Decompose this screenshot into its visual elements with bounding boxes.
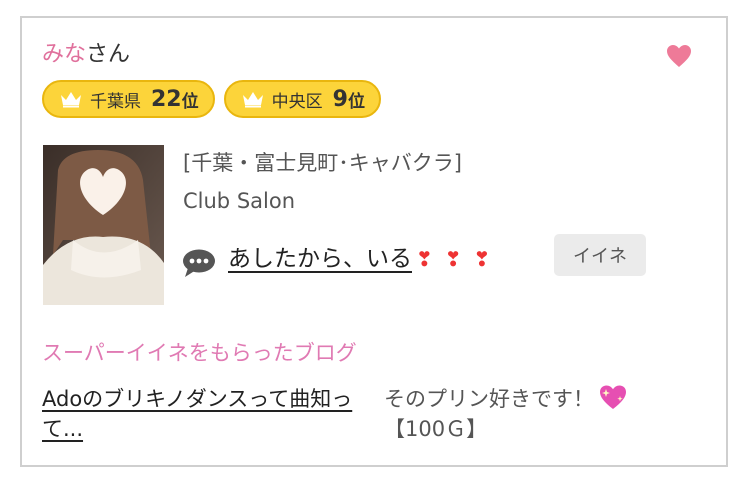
shop-category: [千葉・富士見町･キャバクラ] <box>183 151 462 175</box>
heart-icon[interactable] <box>666 44 692 68</box>
heart-exclamation-icon: ❣ <box>473 247 491 271</box>
crown-icon <box>242 92 263 108</box>
user-name[interactable]: みなさん <box>42 40 130 70</box>
badge-area: 千葉県 <box>90 91 141 112</box>
like-button[interactable]: イイネ <box>554 234 646 276</box>
club-name[interactable]: Club Salon <box>183 186 295 216</box>
speech-bubble-icon <box>183 249 215 277</box>
ranking-badges: 千葉県 22 位 中央区 9位 <box>42 80 381 118</box>
ranking-badge-prefecture[interactable]: 千葉県 22 位 <box>42 80 215 118</box>
ranking-badge-ward[interactable]: 中央区 9位 <box>223 80 381 118</box>
user-name-text[interactable]: みな <box>42 42 86 67</box>
heart-exclamation-icon: ❣ <box>416 247 433 271</box>
blog-post-link[interactable]: Adoのブリキノダンスって曲知って... <box>42 384 382 444</box>
profile-photo[interactable] <box>43 145 164 305</box>
badge-area: 中央区 <box>271 91 323 112</box>
blog-price: 【100Ｇ】 <box>384 417 488 441</box>
user-name-suffix: さん <box>86 42 131 67</box>
badge-rank-number: 9 <box>332 86 348 112</box>
status-comment[interactable]: あしたから、いる ❣ ❣ ❣ <box>228 242 502 276</box>
badge-rank-number: 22 <box>151 86 182 112</box>
badge-rank-suffix: 位 <box>181 91 199 112</box>
status-comment-text: あしたから、いる <box>228 246 412 272</box>
profile-card: みなさん 千葉県 22 位 中央区 9位 [千葉・富士見町･キャバクラ] Clu… <box>20 16 728 467</box>
sparkling-heart-icon <box>600 385 626 409</box>
heart-exclamation-icons: ❣ ❣ ❣ <box>416 242 502 276</box>
crown-icon <box>61 92 81 108</box>
blog-excerpt-text: そのプリン好きです！ <box>384 387 594 411</box>
badge-rank-suffix: 位 <box>347 91 365 112</box>
section-title: スーパーイイネをもらったブログ <box>42 341 357 365</box>
heart-exclamation-icon: ❣ <box>444 247 462 271</box>
blog-excerpt: そのプリン好きです！ 【100Ｇ】 <box>384 384 684 444</box>
